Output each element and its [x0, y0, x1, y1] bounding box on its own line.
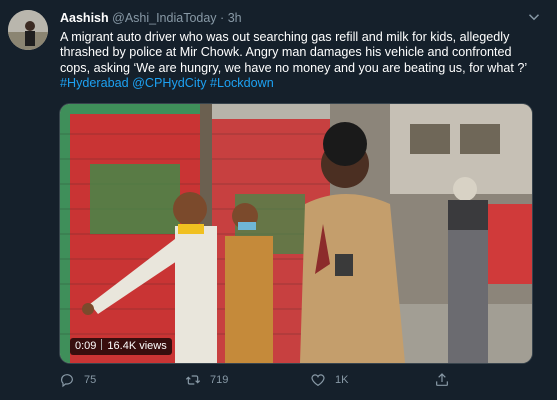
- separator-dot: ·: [220, 11, 225, 25]
- hashtag-lockdown[interactable]: #Lockdown: [210, 76, 274, 90]
- tweet-timestamp[interactable]: 3h: [228, 11, 242, 25]
- video-views: 16.4K views: [107, 340, 167, 352]
- author-handle[interactable]: @Ashi_IndiaToday: [112, 11, 216, 25]
- video-info-badge: 0:09 16.4K views: [70, 338, 172, 355]
- retweet-button[interactable]: 719: [185, 368, 228, 392]
- avatar[interactable]: [8, 10, 48, 50]
- video-frame: [60, 104, 532, 363]
- share-button[interactable]: [434, 368, 459, 392]
- reply-count: 75: [84, 374, 97, 386]
- heart-icon: [311, 374, 325, 387]
- video-player[interactable]: 0:09 16.4K views: [59, 103, 533, 364]
- like-count: 1K: [335, 374, 349, 386]
- tweet-actions: 75 719 1K: [0, 368, 557, 392]
- reply-icon: [61, 374, 73, 388]
- tweet-body: A migrant auto driver who was out search…: [60, 30, 527, 75]
- author-name[interactable]: Aashish: [60, 11, 109, 25]
- retweet-count: 719: [210, 374, 229, 386]
- chevron-down-icon[interactable]: [525, 8, 543, 26]
- tweet-header: Aashish @Ashi_IndiaToday · 3h: [60, 11, 242, 25]
- tweet[interactable]: Aashish @Ashi_IndiaToday · 3h A migrant …: [0, 0, 557, 400]
- hashtag-hyderabad[interactable]: #Hyderabad: [60, 76, 129, 90]
- video-duration: 0:09: [75, 340, 97, 352]
- reply-button[interactable]: 75: [59, 368, 96, 392]
- mention-cphydcity[interactable]: @CPHydCity: [132, 76, 206, 90]
- retweet-icon: [185, 375, 201, 385]
- avatar-image: [8, 10, 48, 50]
- tweet-text: A migrant auto driver who was out search…: [60, 30, 530, 91]
- badge-divider: [101, 339, 103, 350]
- like-button[interactable]: 1K: [310, 368, 348, 392]
- share-icon: [436, 373, 448, 386]
